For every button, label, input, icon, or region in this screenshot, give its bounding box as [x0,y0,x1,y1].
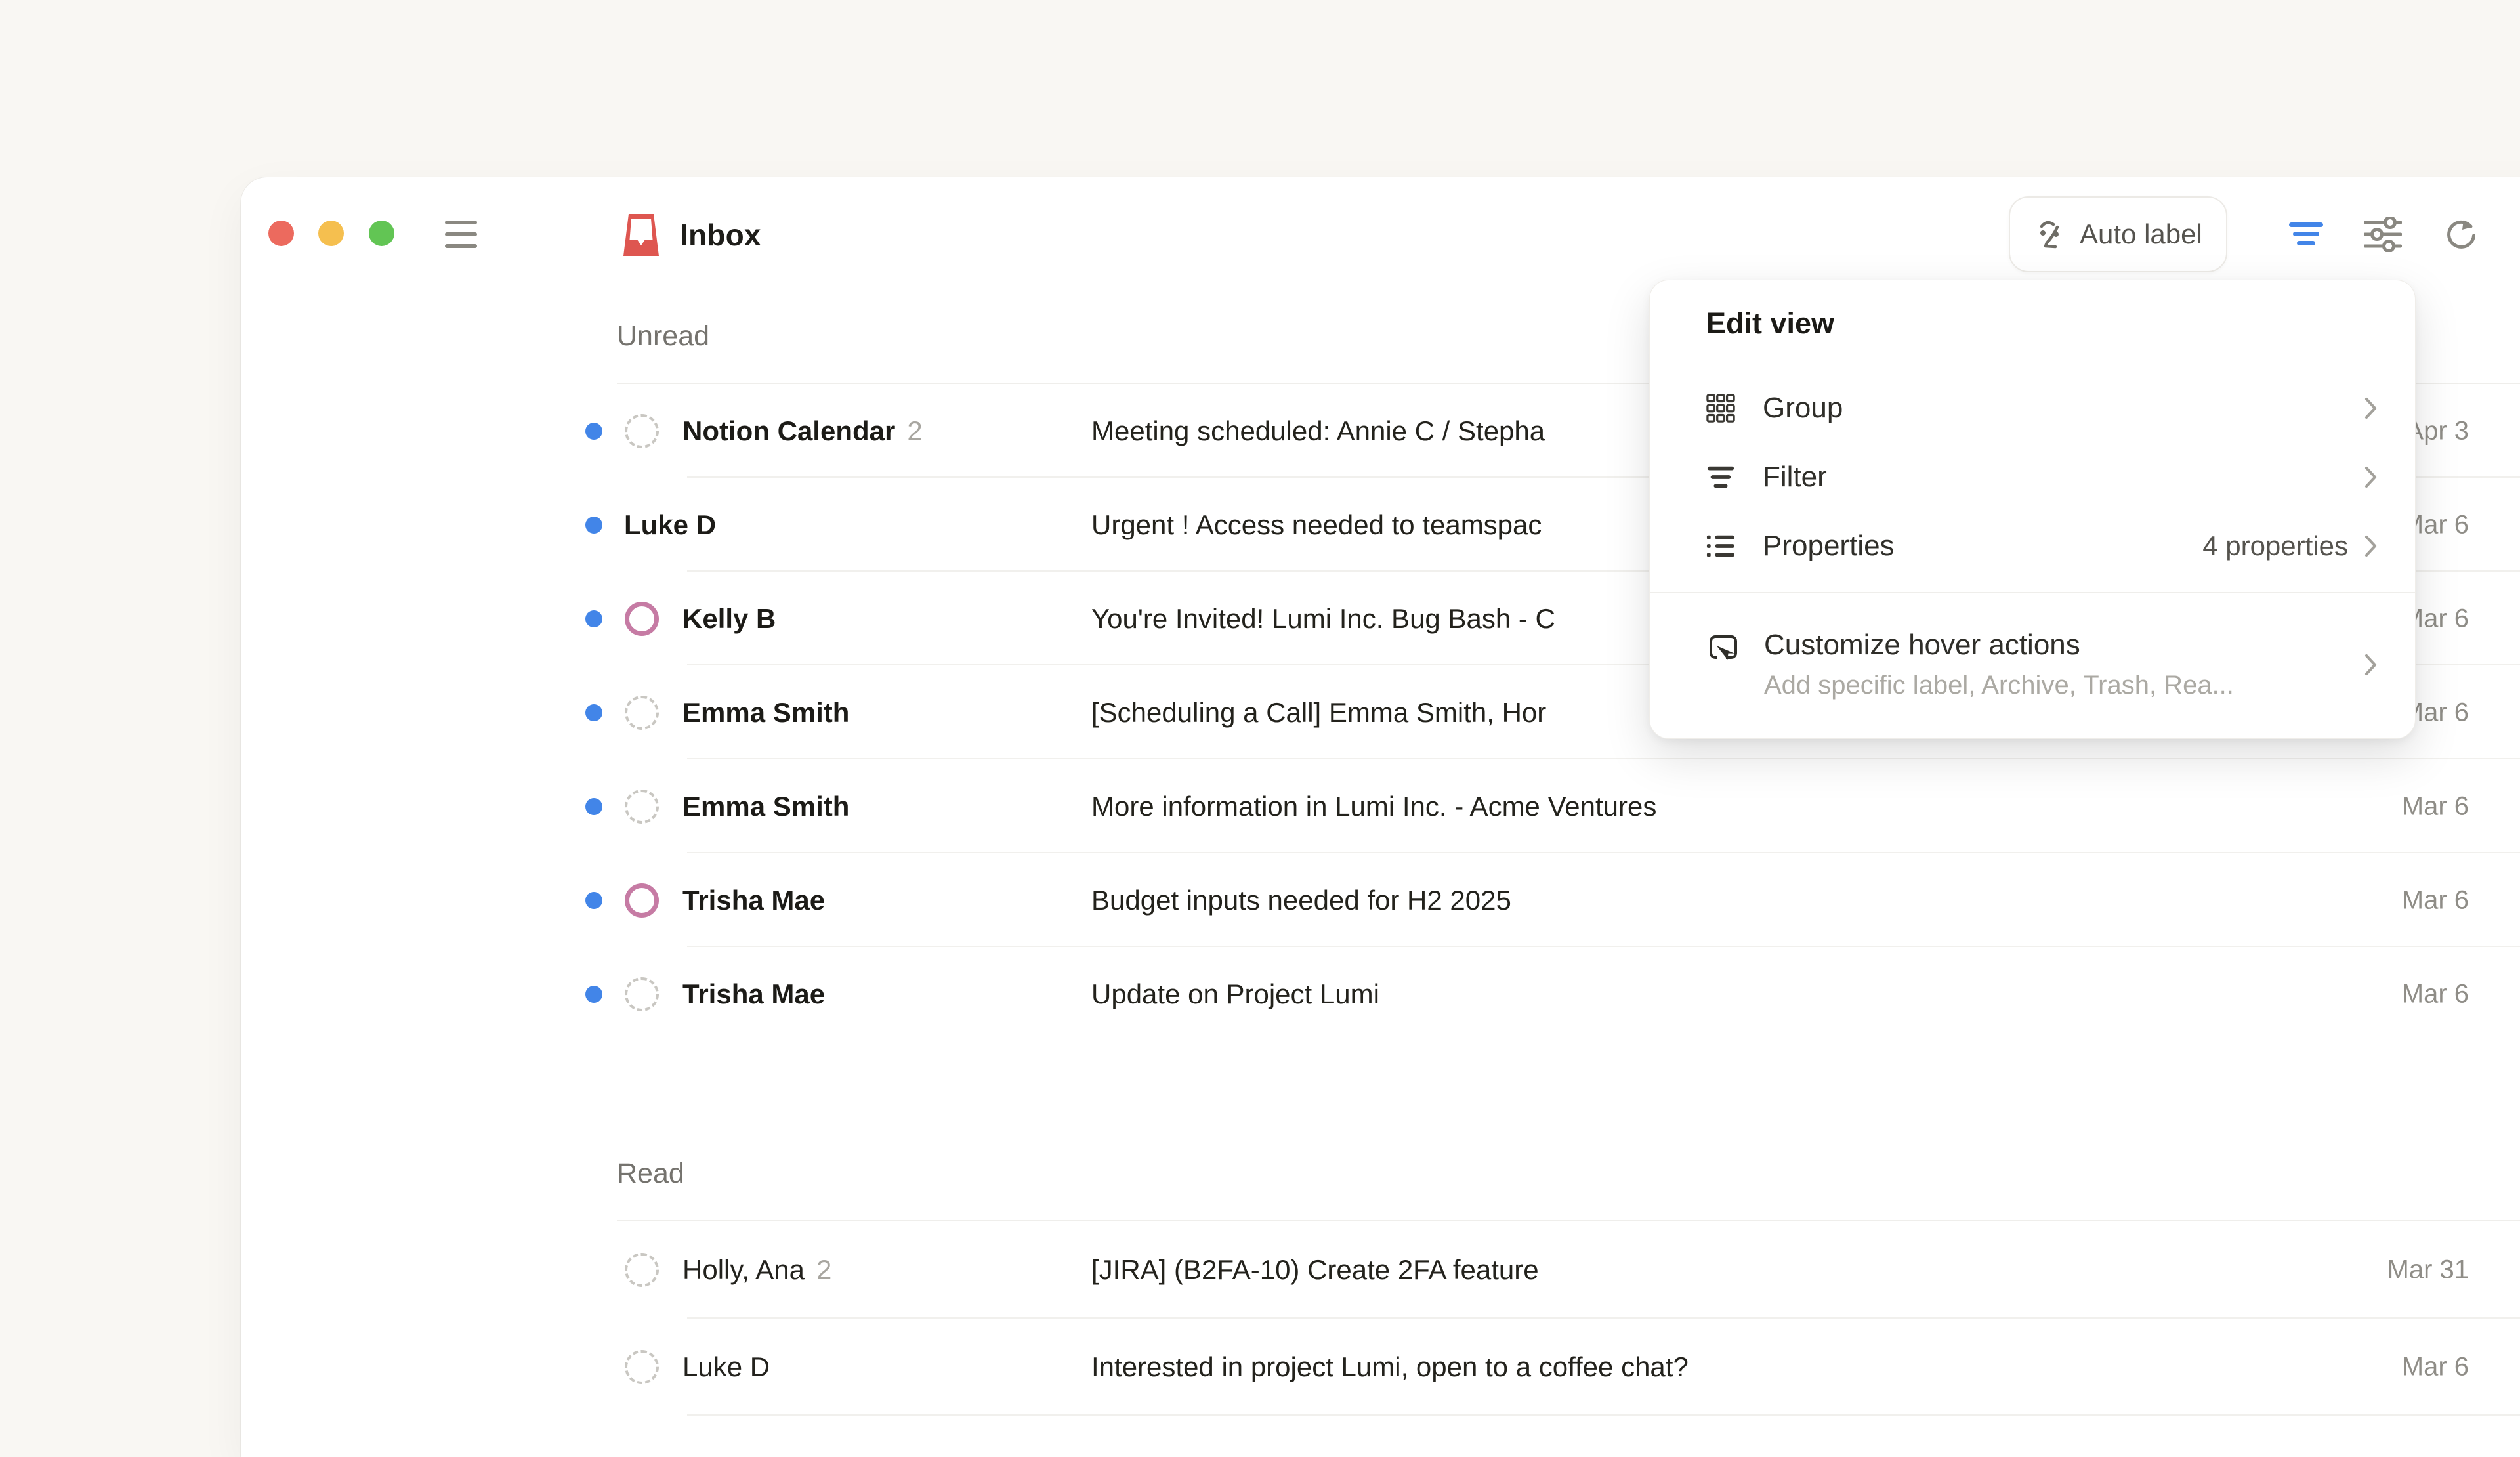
chevron-right-icon [2364,465,2378,490]
email-row[interactable]: Trisha Mae Budget inputs needed for H2 20… [241,853,2520,947]
auto-label-button-label: Auto label [2080,219,2202,250]
email-subject: [Scheduling a Call] Emma Smith, Hor [1091,697,1546,728]
sender: Luke D [682,1351,770,1383]
menu-item-description: Add specific label, Archive, Trash, Rea.… [1764,671,2234,700]
email-date: Mar 6 [2402,792,2469,821]
sender: Notion Calendar 2 [682,415,923,447]
email-subject: Update on Project Lumi [1091,979,1379,1010]
thread-count: 2 [816,1254,831,1286]
inbox-logo-icon [623,214,659,256]
email-row[interactable]: Emma Smith More information in Lumi Inc. … [241,759,2520,853]
sender: Kelly B [682,603,776,635]
thread-count: 2 [907,415,922,447]
menu-item-group[interactable]: Group [1650,373,2415,442]
zoom-window-button[interactable] [369,221,394,246]
email-row[interactable]: Trisha Mae Update on Project Lumi Mar 6 [241,947,2520,1041]
refresh-icon[interactable] [2441,213,2483,255]
unread-dot [585,423,602,440]
email-subject: You're Invited! Lumi Inc. Bug Bash - C [1091,603,1555,635]
properties-count: 4 properties [2202,530,2348,562]
unread-dot [585,986,602,1003]
filter-active-icon[interactable] [2285,213,2327,255]
sender-name: Trisha Mae [682,979,825,1010]
group-icon [1706,394,1735,423]
chevron-right-icon [2364,396,2378,421]
avatar-select-circle[interactable] [625,1253,659,1287]
section-label: Unread [617,320,709,352]
email-subject: [JIRA] (B2FA-10) Create 2FA feature [1091,1254,1539,1286]
unread-dot [585,517,602,534]
menu-item-filter[interactable]: Filter [1650,442,2415,511]
section-header: Read [241,1126,2520,1221]
sender: Trisha Mae [682,885,825,916]
email-subject: Budget inputs needed for H2 2025 [1091,885,1511,916]
unread-dot [585,610,602,627]
sender-name: Notion Calendar [682,415,895,447]
cursor-box-icon [1706,634,1738,663]
avatar-select-circle[interactable] [625,977,659,1011]
section-label: Read [617,1158,684,1190]
email-date: Mar 6 [2402,1353,2469,1382]
chevron-right-icon [2364,534,2378,559]
sender-name: Luke D [624,509,716,541]
email-row[interactable]: Luke D Interested in project Lumi, open t… [241,1319,2520,1416]
unread-dot [585,704,602,721]
avatar-select-circle[interactable] [625,696,659,730]
email-date: Mar 6 [2402,979,2469,1009]
auto-label-button[interactable]: Auto label [2009,196,2227,272]
close-window-button[interactable] [268,221,294,246]
email-row[interactable]: Holly, Ana 2 [JIRA] (B2FA-10) Create 2FA f… [241,1221,2520,1319]
email-section: Read Holly, Ana 2 [JIRA] (B2FA-10) Create 2… [241,1126,2520,1416]
auto-label-wand-icon [2034,218,2067,251]
menu-item-label: Group [1763,392,1843,425]
menu-item-label: Properties [1763,530,1895,562]
unread-dot [585,892,602,909]
email-subject: More information in Lumi Inc. - Acme Ven… [1091,791,1656,822]
popover-title: Edit view [1706,305,2359,342]
menu-item-properties[interactable]: Properties 4 properties [1650,511,2415,580]
menu-item-customize-hover-actions[interactable]: Customize hover actions Add specific lab… [1650,593,2415,734]
avatar-select-circle[interactable] [625,414,659,448]
avatar-ring[interactable] [625,602,659,636]
page-title: Inbox [680,217,761,253]
email-subject: Meeting scheduled: Annie C / Stepha [1091,415,1545,447]
filter-icon [1706,463,1735,492]
sender-name: Trisha Mae [682,885,825,916]
sender: Luke D [624,509,716,541]
view-settings-sliders-icon[interactable] [2362,213,2404,255]
avatar-ring[interactable] [625,883,659,918]
properties-icon [1706,532,1735,560]
sender: Emma Smith [682,697,849,728]
menu-item-label: Customize hover actions [1764,629,2234,662]
menu-icon[interactable] [445,219,477,249]
avatar-select-circle[interactable] [625,790,659,824]
sender: Emma Smith [682,791,849,822]
mail-window: Inbox Auto label [241,177,2520,1457]
chevron-right-icon [2364,652,2378,677]
sender: Trisha Mae [682,979,825,1010]
sender: Holly, Ana 2 [682,1254,831,1286]
sender-name: Kelly B [682,603,776,635]
unread-dot [585,798,602,815]
email-subject: Interested in project Lumi, open to a co… [1091,1351,1689,1383]
edit-view-popover: Edit view Group [1649,280,2416,739]
sender-name: Luke D [682,1351,770,1383]
sender-name: Holly, Ana [682,1254,805,1286]
email-date: Mar 31 [2387,1256,2469,1285]
email-date: Mar 6 [2402,885,2469,915]
email-subject: Urgent ! Access needed to teamspac [1091,509,1542,541]
menu-item-label: Filter [1763,461,1827,494]
sender-name: Emma Smith [682,697,849,728]
avatar-select-circle[interactable] [625,1350,659,1384]
sender-name: Emma Smith [682,791,849,822]
minimize-window-button[interactable] [318,221,344,246]
